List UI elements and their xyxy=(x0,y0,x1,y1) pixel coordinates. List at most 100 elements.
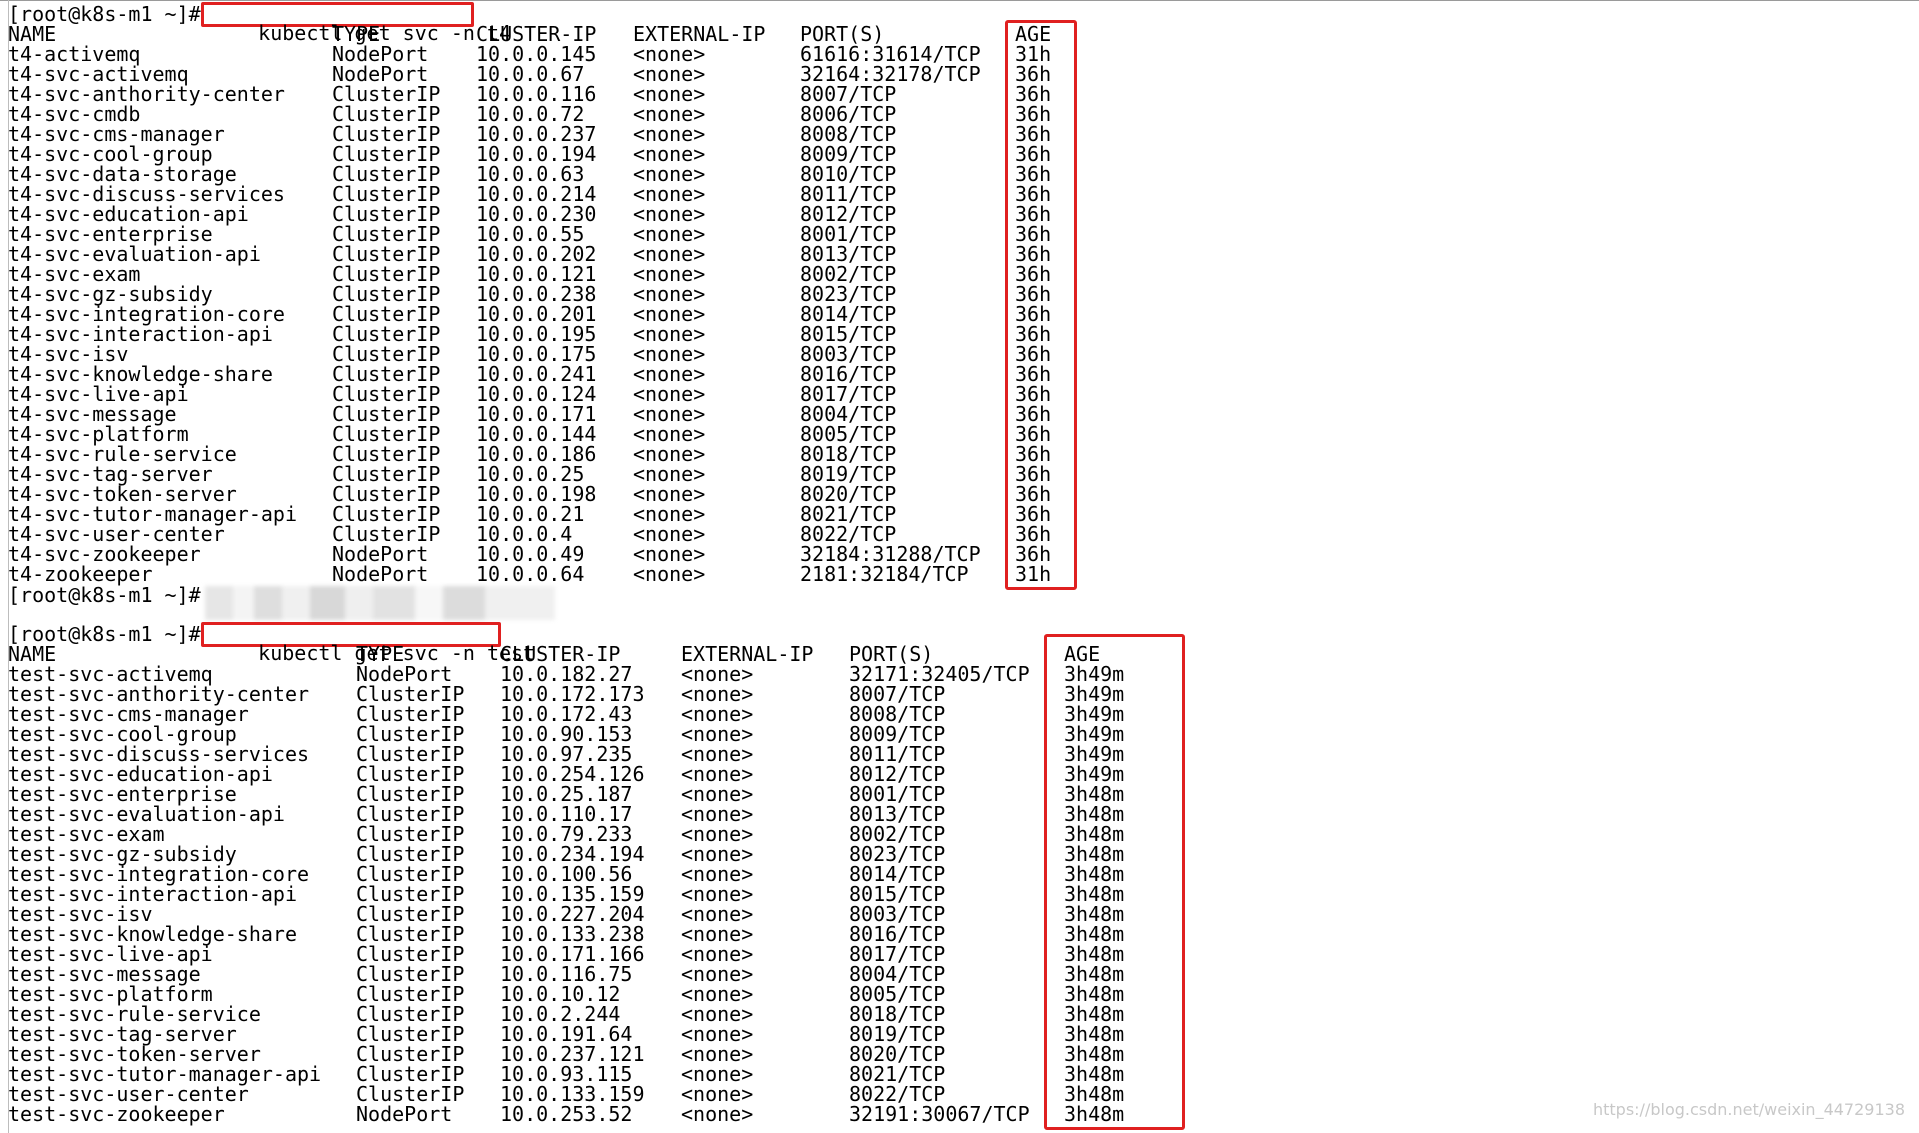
table-cell: 8011/TCP xyxy=(849,742,946,766)
table-cell: test-svc-cms-manager xyxy=(8,702,249,726)
table-cell: test-svc-user-center xyxy=(8,1082,249,1106)
table-cell: ClusterIP xyxy=(356,762,465,786)
table-cell: <none> xyxy=(681,742,754,766)
table-cell: <none> xyxy=(633,462,706,486)
table-cell: <none> xyxy=(681,1102,754,1126)
table-cell: ClusterIP xyxy=(332,282,441,306)
table-cell: test-svc-interaction-api xyxy=(8,882,297,906)
column-header: PORT(S) xyxy=(800,22,885,46)
table-cell: <none> xyxy=(633,182,706,206)
table-cell: 8010/TCP xyxy=(800,162,897,186)
table-cell: ClusterIP xyxy=(356,962,465,986)
table-cell: 8015/TCP xyxy=(800,322,897,346)
table-cell: 32191:30067/TCP xyxy=(849,1102,1030,1126)
table-cell: ClusterIP xyxy=(332,382,441,406)
watermark: https://blog.csdn.net/weixin_44729138 xyxy=(1592,1100,1905,1119)
table-cell: t4-svc-gz-subsidy xyxy=(8,282,213,306)
table-cell: NodePort xyxy=(332,542,429,566)
table-cell: 10.0.0.198 xyxy=(476,482,597,506)
table-cell: 10.0.0.124 xyxy=(476,382,597,406)
table-cell: 8020/TCP xyxy=(849,1042,946,1066)
table-cell: <none> xyxy=(633,442,706,466)
window-top-border xyxy=(0,0,1919,1)
table-cell: ClusterIP xyxy=(332,502,441,526)
table-cell: test-svc-activemq xyxy=(8,662,213,686)
terminal-window[interactable]: [root@k8s-m1 ~]# kubectl get svc -n t4 N… xyxy=(0,0,1919,1133)
table-cell: 8019/TCP xyxy=(800,462,897,486)
table-cell: <none> xyxy=(633,162,706,186)
table-cell: 10.0.133.159 xyxy=(500,1082,645,1106)
table-cell: 10.0.0.49 xyxy=(476,542,585,566)
table-cell: <none> xyxy=(681,902,754,926)
table-cell: 32164:32178/TCP xyxy=(800,62,981,86)
table-cell: 10.0.0.67 xyxy=(476,62,585,86)
column-header: NAME xyxy=(8,642,57,666)
table-cell: <none> xyxy=(633,342,706,366)
command-highlight: kubectl get svc -n test xyxy=(201,622,535,663)
table-cell: test-svc-exam xyxy=(8,822,165,846)
table-cell: ClusterIP xyxy=(332,122,441,146)
table-cell: ClusterIP xyxy=(356,922,465,946)
column-header: EXTERNAL-IP xyxy=(633,22,766,46)
table-cell: ClusterIP xyxy=(356,822,465,846)
table-cell: ClusterIP xyxy=(332,202,441,226)
table-cell: t4-svc-evaluation-api xyxy=(8,242,261,266)
table-cell: 10.0.0.121 xyxy=(476,262,597,286)
table-cell: ClusterIP xyxy=(332,462,441,486)
table-cell: <none> xyxy=(633,382,706,406)
table-cell: 10.0.0.64 xyxy=(476,562,585,586)
table-cell: <none> xyxy=(633,562,706,586)
table-cell: <none> xyxy=(681,842,754,866)
table-cell: 10.0.10.12 xyxy=(500,982,621,1006)
table-cell: 10.0.0.25 xyxy=(476,462,585,486)
table-cell: ClusterIP xyxy=(332,262,441,286)
table-cell: t4-svc-discuss-services xyxy=(8,182,285,206)
table-cell: <none> xyxy=(681,682,754,706)
table-cell: 8018/TCP xyxy=(849,1002,946,1026)
table-cell: 10.0.0.202 xyxy=(476,242,597,266)
table-cell: 10.0.100.56 xyxy=(500,862,633,886)
column-header: PORT(S) xyxy=(849,642,934,666)
table-cell: 10.0.93.115 xyxy=(500,1062,633,1086)
shell-prompt: [root@k8s-m1 ~]# xyxy=(8,583,201,607)
table-cell: 8012/TCP xyxy=(849,762,946,786)
table-cell: <none> xyxy=(633,322,706,346)
table-cell: 8021/TCP xyxy=(849,1062,946,1086)
table-cell: <none> xyxy=(633,482,706,506)
table-cell: ClusterIP xyxy=(356,722,465,746)
table-cell: 32171:32405/TCP xyxy=(849,662,1030,686)
table-cell: 10.0.234.194 xyxy=(500,842,645,866)
column-header: CLUSTER-IP xyxy=(500,642,621,666)
table-cell: t4-svc-message xyxy=(8,402,177,426)
table-cell: 10.0.0.21 xyxy=(476,502,585,526)
table-cell: test-svc-rule-service xyxy=(8,1002,261,1026)
table-cell: 10.0.0.237 xyxy=(476,122,597,146)
table-cell: test-svc-knowledge-share xyxy=(8,922,297,946)
column-header: TYPE xyxy=(332,22,381,46)
table-cell: t4-svc-exam xyxy=(8,262,141,286)
shell-prompt: [root@k8s-m1 ~]# xyxy=(8,2,201,26)
table-cell: 61616:31614/TCP xyxy=(800,42,981,66)
table-cell: ClusterIP xyxy=(356,902,465,926)
table-cell: 10.0.0.72 xyxy=(476,102,585,126)
table-cell: 10.0.0.194 xyxy=(476,142,597,166)
table-cell: <none> xyxy=(681,802,754,826)
table-cell: <none> xyxy=(633,542,706,566)
table-cell: 10.0.133.238 xyxy=(500,922,645,946)
table-cell: NodePort xyxy=(356,662,453,686)
table-cell: t4-svc-anthority-center xyxy=(8,82,285,106)
table-cell: 8023/TCP xyxy=(800,282,897,306)
table-cell: t4-svc-zookeeper xyxy=(8,542,201,566)
table-cell: t4-svc-data-storage xyxy=(8,162,237,186)
table-cell: <none> xyxy=(633,502,706,526)
table-cell: t4-svc-platform xyxy=(8,422,189,446)
table-cell: ClusterIP xyxy=(356,1082,465,1106)
table-cell: ClusterIP xyxy=(332,242,441,266)
table-cell: t4-svc-tag-server xyxy=(8,462,213,486)
table-cell: ClusterIP xyxy=(356,682,465,706)
table-cell: <none> xyxy=(633,122,706,146)
table-cell: t4-svc-cool-group xyxy=(8,142,213,166)
table-cell: 8001/TCP xyxy=(800,222,897,246)
table-cell: ClusterIP xyxy=(356,782,465,806)
table-cell: ClusterIP xyxy=(356,862,465,886)
